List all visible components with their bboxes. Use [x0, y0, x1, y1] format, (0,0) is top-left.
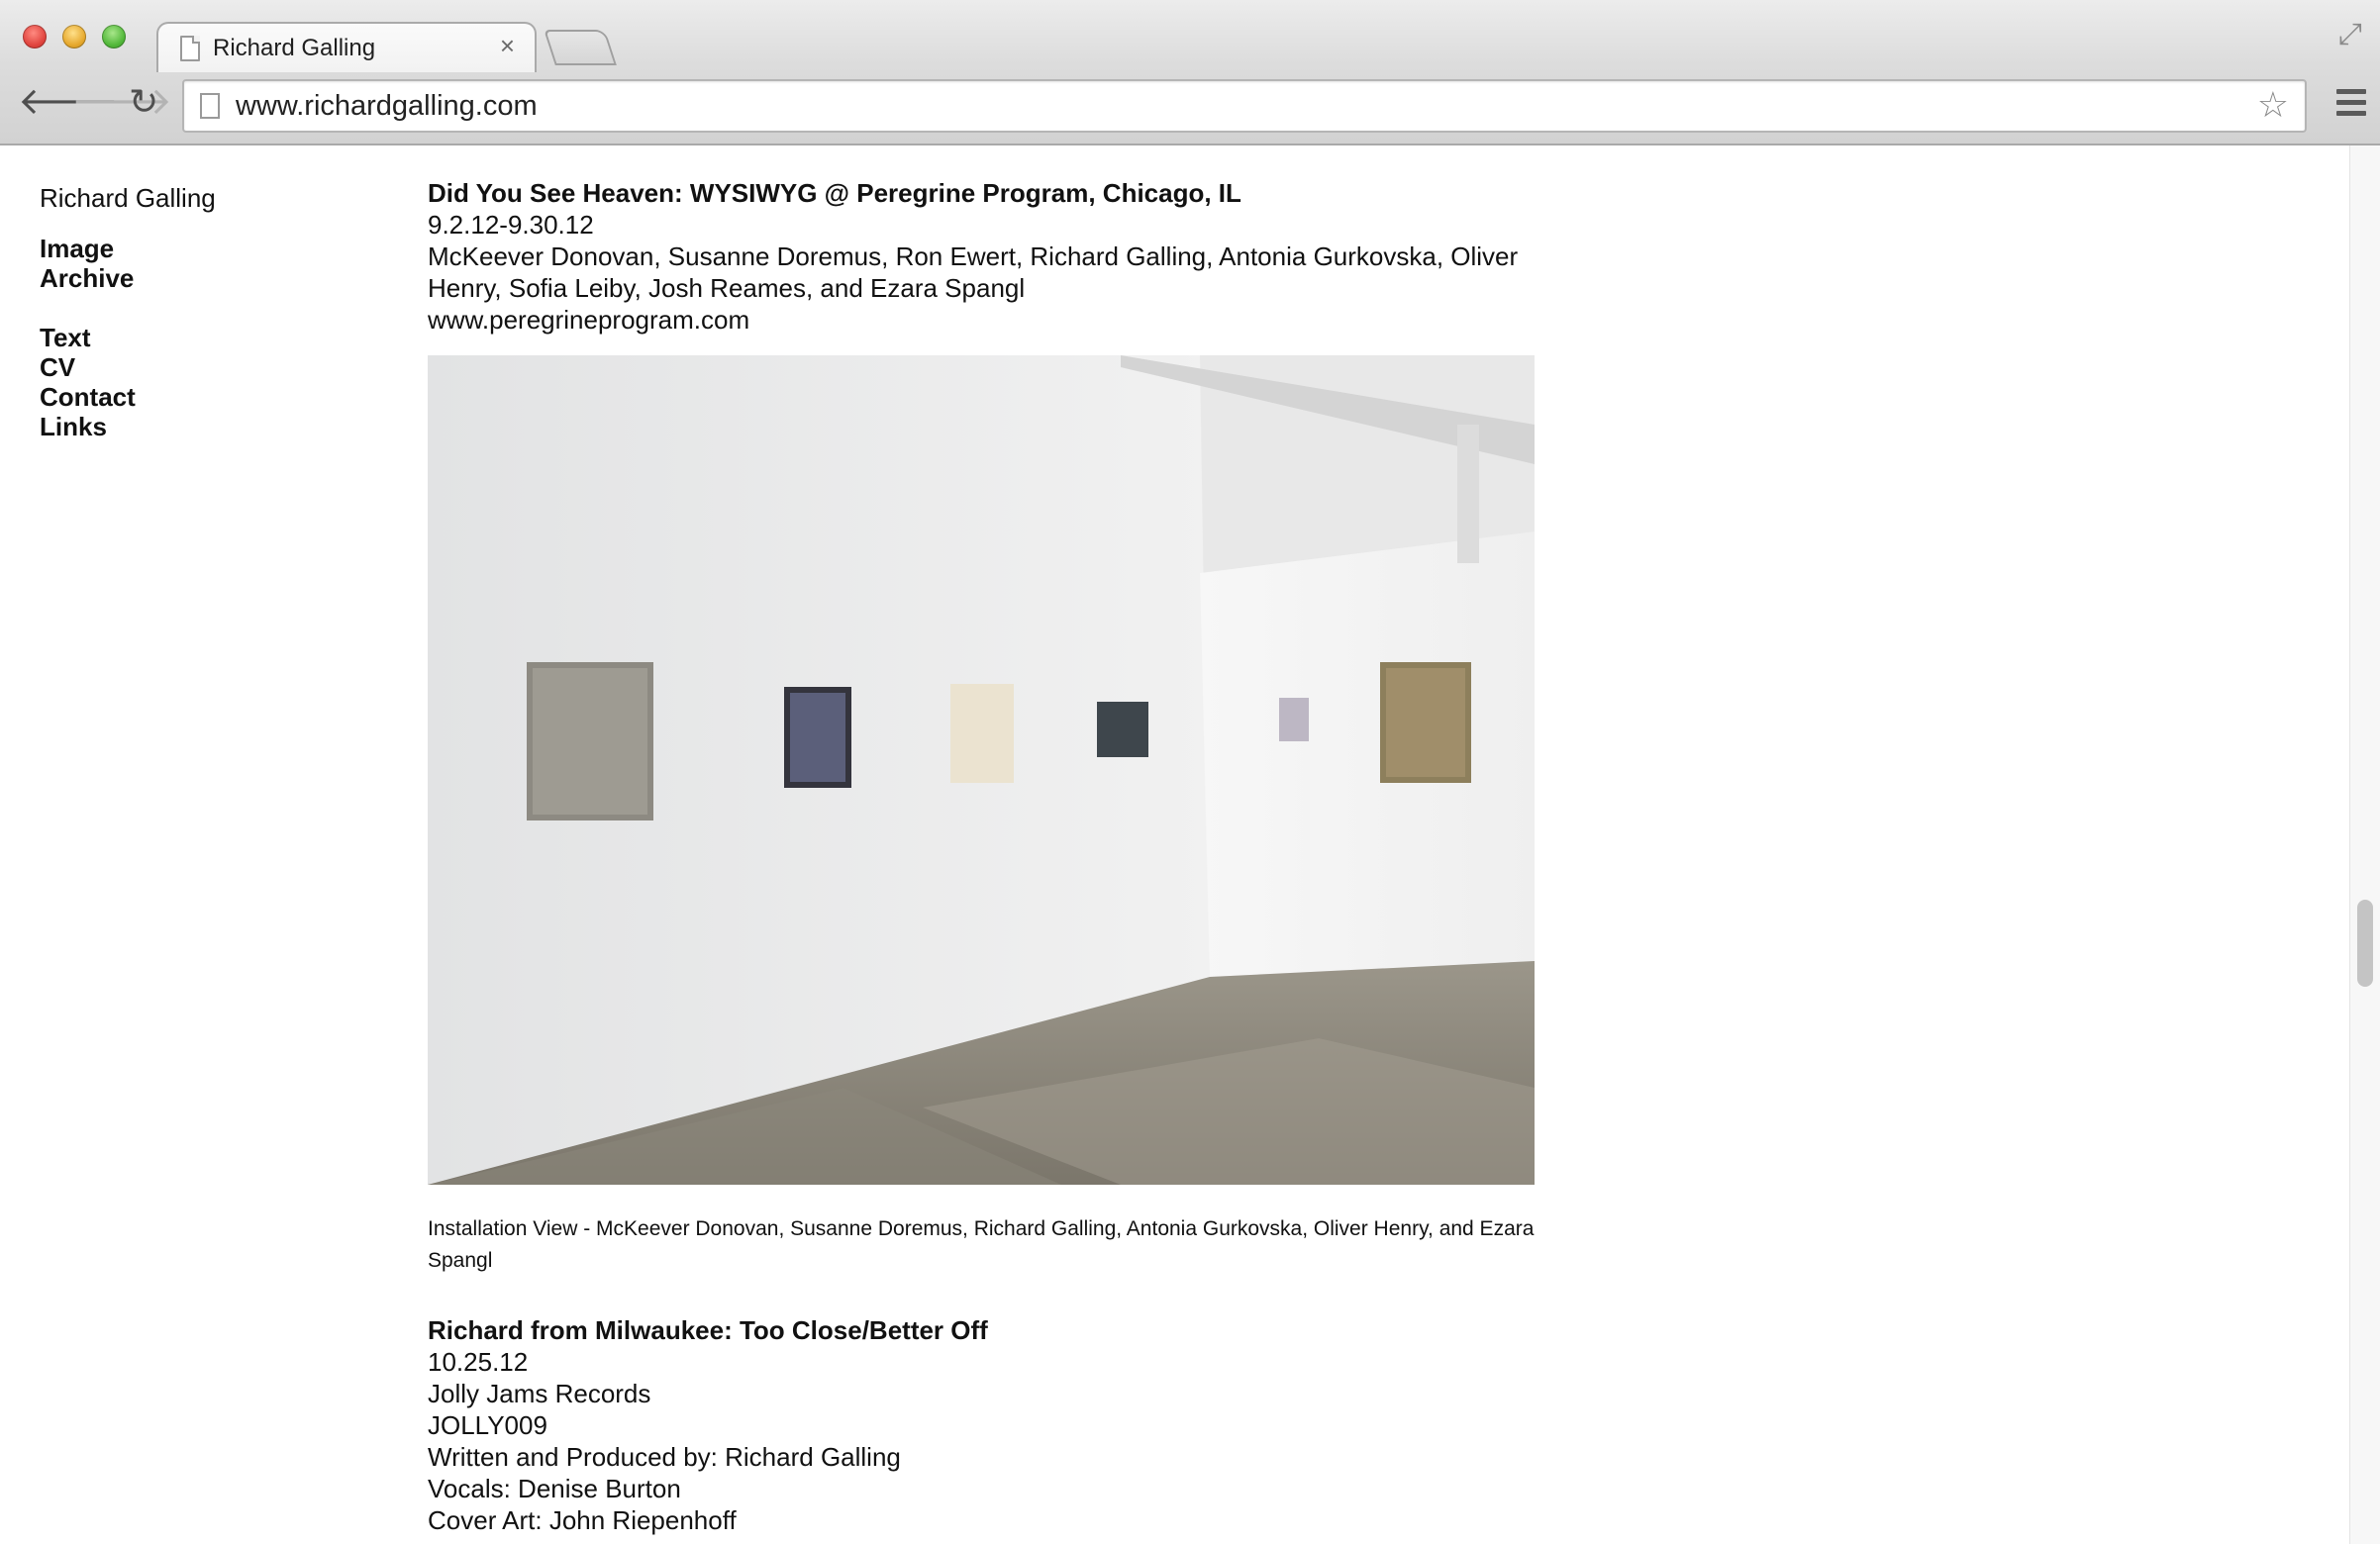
entry-artists: McKeever Donovan, Susanne Doremus, Ron E… [428, 241, 1519, 271]
scrollbar-thumb[interactable] [2357, 900, 2373, 987]
vertical-scrollbar[interactable] [2349, 145, 2380, 1544]
entry-title: Did You See Heaven: WYSIWYG @ Peregrine … [428, 178, 1241, 208]
entry-line: Jolly Jams Records [428, 1379, 651, 1408]
release-entry: Richard from Milwaukee: Too Close/Better… [428, 1314, 1537, 1536]
photo-caption: Installation View - McKeever Donovan, Su… [428, 1217, 1535, 1272]
site-name[interactable]: Richard Galling [40, 183, 356, 214]
url-text[interactable]: www.richardgalling.com [236, 90, 538, 123]
nav-link-contact[interactable]: Contact [40, 382, 356, 412]
exhibition-entry: Did You See Heaven: WYSIWYG @ Peregrine … [428, 177, 1537, 1277]
fullscreen-icon[interactable]: ⤢ [2338, 18, 2362, 51]
entry-line: Vocals: Denise Burton [428, 1474, 681, 1503]
window-minimize-button[interactable] [62, 25, 86, 48]
window-close-button[interactable] [23, 25, 47, 48]
nav-link-cv[interactable]: CV [40, 352, 356, 382]
nav-link-image[interactable]: Image [40, 234, 356, 263]
window-maximize-button[interactable] [102, 25, 126, 48]
hamburger-menu-icon[interactable] [2336, 89, 2366, 117]
tab-close-icon[interactable]: × [500, 33, 515, 58]
nav-link-text[interactable]: Text [40, 323, 356, 352]
tab-title: Richard Galling [213, 35, 376, 61]
page-viewport: Richard Galling Image Archive Text CV Co… [0, 145, 2380, 1544]
page-icon [200, 93, 220, 119]
entry-artists: Henry, Sofia Leiby, Josh Reames, and Eza… [428, 273, 1026, 303]
reload-icon[interactable]: ↻ [129, 83, 158, 121]
entry-line: Cover Art: John Riepenhoff [428, 1505, 737, 1535]
entry-website-link[interactable]: www.peregrineprogram.com [428, 304, 1537, 336]
site-sidebar: Richard Galling Image Archive Text CV Co… [40, 183, 356, 441]
entry-line: Written and Produced by: Richard Galling [428, 1442, 901, 1472]
entry-date: 9.2.12-9.30.12 [428, 210, 594, 240]
browser-tab[interactable]: Richard Galling × [156, 22, 537, 72]
browser-chrome: Richard Galling × ⤢ 🡐 🡒 ↻ www.richardgal… [0, 0, 2380, 145]
installation-view-photo[interactable] [428, 355, 1535, 1185]
main-content: Did You See Heaven: WYSIWYG @ Peregrine … [428, 177, 1537, 1536]
entry-line: 10.25.12 [428, 1347, 529, 1377]
entry-line: JOLLY009 [428, 1410, 547, 1440]
nav-link-links[interactable]: Links [40, 412, 356, 441]
entry-title: Richard from Milwaukee: Too Close/Better… [428, 1315, 988, 1345]
address-bar[interactable]: www.richardgalling.com ☆ [182, 79, 2307, 133]
bookmark-star-icon[interactable]: ☆ [2257, 85, 2289, 125]
new-tab-button[interactable] [544, 30, 617, 65]
nav-link-archive[interactable]: Archive [40, 263, 356, 293]
page-icon [180, 36, 200, 61]
